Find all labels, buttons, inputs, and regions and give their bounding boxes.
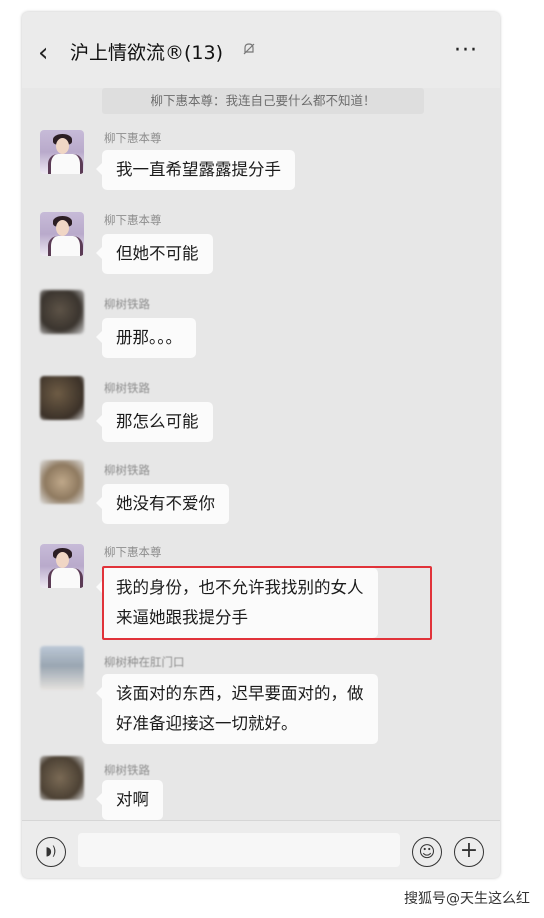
voice-icon[interactable]: ◗) [36, 837, 66, 867]
message-bubble[interactable]: 我一直希望露露提分手 [96, 150, 295, 190]
avatar[interactable] [40, 646, 84, 690]
pinned-notice[interactable]: 柳下惠本尊：我连自己要什么都不知道！ [102, 88, 424, 114]
avatar[interactable] [40, 756, 84, 800]
sender-name: 柳树铁路 [104, 297, 150, 311]
avatar[interactable] [40, 376, 84, 420]
watermark: 搜狐号@天生这么红 [404, 891, 530, 907]
message-bubble[interactable]: 我的身份，也不允许我找别的女人 来逼她跟我提分手 [96, 568, 378, 638]
avatar[interactable] [40, 460, 84, 504]
message-bubble[interactable]: 那怎么可能 [96, 402, 213, 442]
chat-input-bar: ◗) ☺ + [22, 820, 500, 878]
sender-name: 柳树铁路 [104, 381, 150, 395]
sender-name: 柳树铁路 [104, 763, 150, 777]
avatar[interactable] [40, 290, 84, 334]
message-bubble[interactable]: 她没有不爱你 [96, 484, 229, 524]
sender-name: 柳树种在肛门口 [104, 655, 185, 669]
group-title: 沪上情欲流®(13) [70, 42, 224, 64]
message-input[interactable] [78, 833, 400, 867]
avatar[interactable] [40, 212, 84, 256]
sender-name: 柳下惠本尊 [104, 545, 162, 559]
chat-screenshot: ‹ 沪上情欲流®(13) ··· 柳下惠本尊：我连自己要什么都不知道！ 柳下惠本… [22, 12, 500, 878]
sender-name: 柳树铁路 [104, 463, 150, 477]
sender-name: 柳下惠本尊 [104, 213, 162, 227]
avatar[interactable] [40, 130, 84, 174]
message-bubble[interactable]: 册那。。。 [96, 318, 196, 358]
sender-name: 柳下惠本尊 [104, 131, 162, 145]
chat-header: ‹ 沪上情欲流®(13) ··· [22, 12, 500, 88]
bell-muted-icon [243, 43, 255, 55]
message-bubble[interactable]: 该面对的东西，迟早要面对的，做 好准备迎接这一切就好。 [96, 674, 378, 744]
avatar[interactable] [40, 544, 84, 588]
emoji-icon[interactable]: ☺ [412, 837, 442, 867]
chevron-left-icon[interactable]: ‹ [38, 38, 48, 68]
plus-icon[interactable]: + [454, 837, 484, 867]
message-bubble[interactable]: 但她不可能 [96, 234, 213, 274]
message-bubble[interactable]: 对啊 [96, 780, 163, 820]
more-options-icon[interactable]: ··· [454, 36, 478, 66]
